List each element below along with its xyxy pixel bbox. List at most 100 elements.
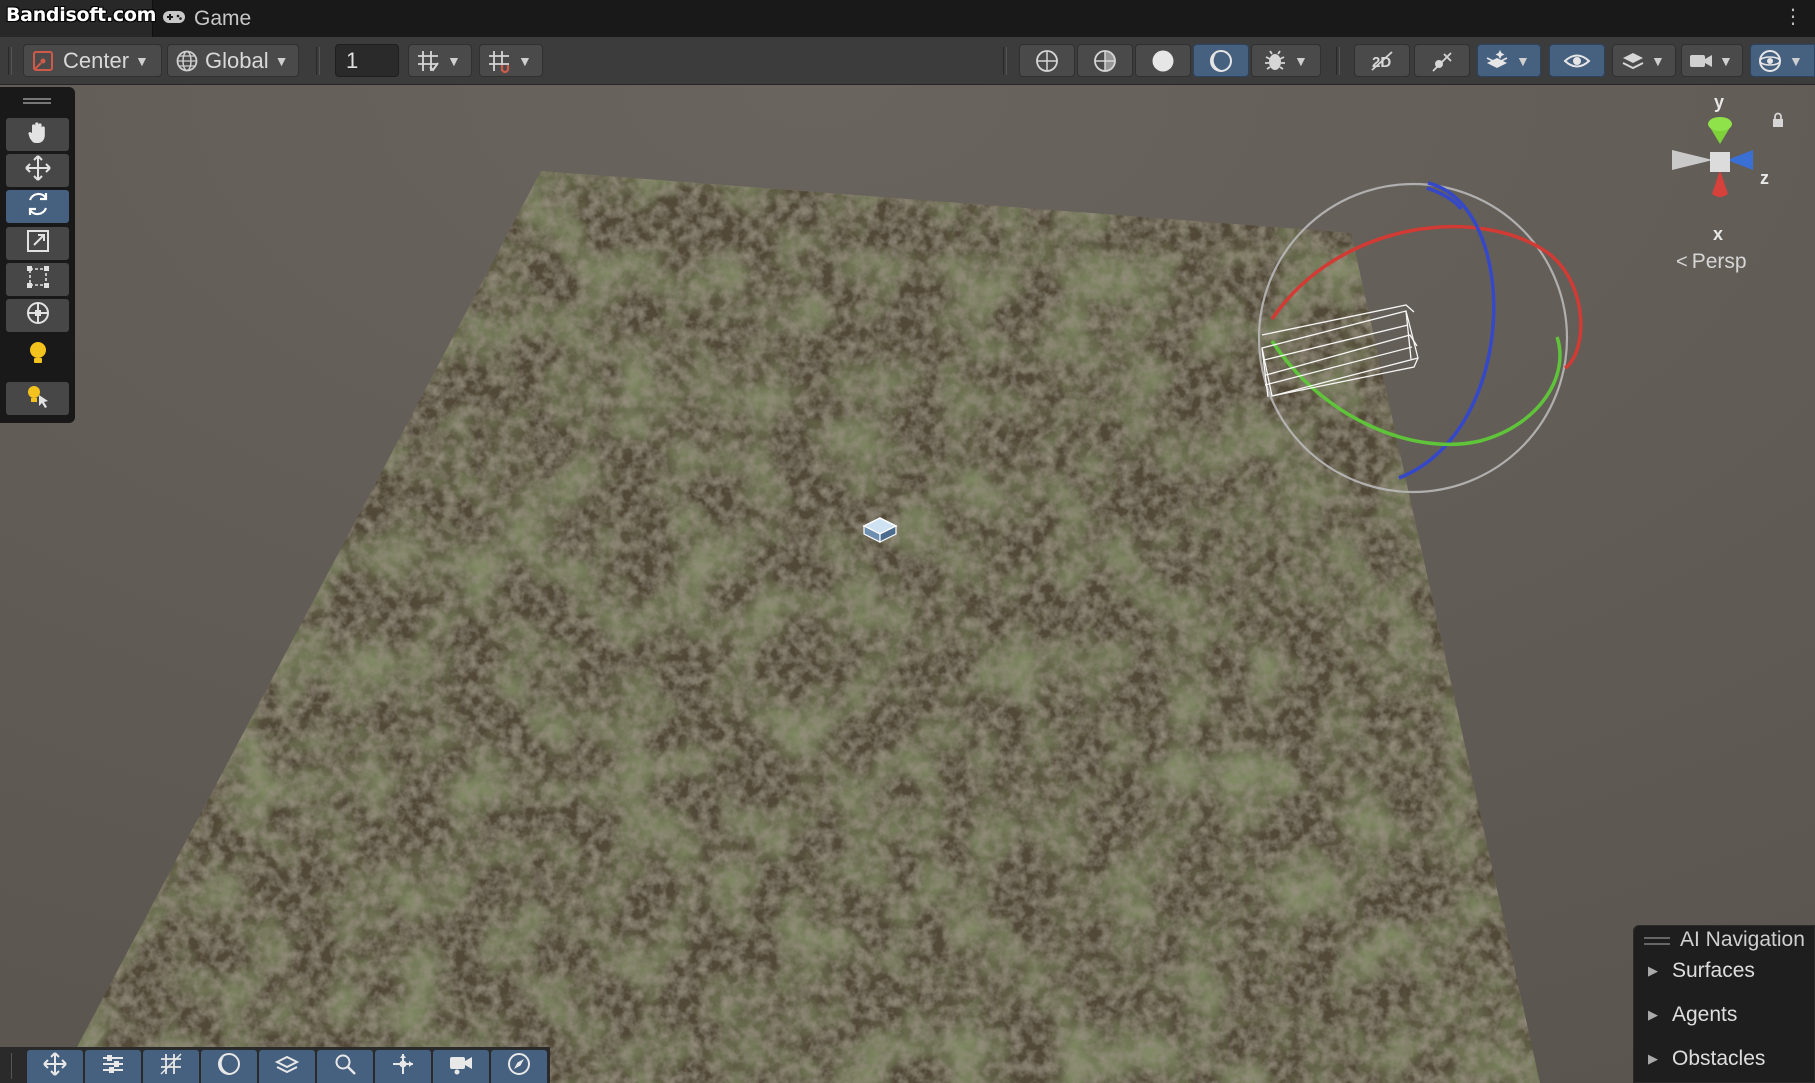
overlay-search-button[interactable] <box>317 1050 373 1083</box>
light-probe-tool-button[interactable] <box>6 382 69 415</box>
camera-icon <box>448 1052 474 1081</box>
scene-viewport[interactable] <box>0 85 1815 1083</box>
overlay-grid-snapping-button[interactable] <box>143 1050 199 1083</box>
shaded-wireframe-sphere-icon <box>1092 48 1118 74</box>
light-tool-button[interactable] <box>6 339 69 372</box>
shaded-button[interactable] <box>1135 44 1191 77</box>
wireframe-shading-button[interactable] <box>1019 44 1075 77</box>
overlay-toolbar <box>0 1047 550 1083</box>
toggle-2d-button[interactable]: 2D <box>1354 44 1410 77</box>
chevron-down-icon: ▼ <box>135 52 149 69</box>
pivot-icon <box>31 49 55 73</box>
hand-tool-button[interactable] <box>6 118 69 151</box>
toolbar-grip[interactable] <box>316 47 320 75</box>
layers-icon <box>1621 49 1645 73</box>
chevron-down-icon: ▼ <box>1789 52 1803 69</box>
grid-snapping-dropdown[interactable]: ▼ <box>479 44 543 77</box>
axis-y-label: y <box>1714 92 1725 112</box>
chevron-left-icon: < <box>1676 250 1688 273</box>
ai-navigation-item-agents[interactable]: ▶ Agents <box>1648 1003 1737 1027</box>
light-cursor-icon <box>25 383 51 414</box>
ai-navigation-title: AI Navigation <box>1680 928 1805 951</box>
bug-icon <box>1262 48 1288 74</box>
search-icon <box>333 1052 357 1081</box>
camera-settings-dropdown[interactable]: ▼ <box>1681 44 1743 77</box>
ai-navigation-item-label: Obstacles <box>1672 1047 1766 1070</box>
scene-toolbar: Center ▼ Global ▼ 1 ▼ ▼ ▼ 2D <box>0 37 1815 85</box>
projection-label: Persp <box>1691 250 1747 273</box>
layers-icon <box>274 1051 300 1082</box>
move-arrows-icon <box>24 154 52 187</box>
gizmo-sphere-icon <box>1757 48 1783 74</box>
toolbar-grip[interactable] <box>8 47 12 75</box>
overlay-toolbar-grip[interactable] <box>8 1053 12 1079</box>
compass-icon <box>506 1051 532 1082</box>
layers-effects-icon <box>1484 48 1510 74</box>
rect-transform-icon <box>25 264 51 295</box>
rotate-tool-button[interactable] <box>6 190 69 223</box>
gizmos-dropdown[interactable]: ▼ <box>1750 44 1815 77</box>
tab-game-label: Game <box>194 6 252 30</box>
overlay-layers-button[interactable] <box>259 1050 315 1083</box>
more-options-icon[interactable]: ⋮ <box>1783 7 1803 27</box>
chevron-down-icon: ▼ <box>1294 52 1308 69</box>
projection-toggle[interactable]: < Persp <box>1676 250 1747 274</box>
ai-navigation-overlay: AI Navigation ▶ Surfaces ▶ Agents ▶ Obst… <box>1633 925 1815 1083</box>
tab-bar: Bandisoft.com Game ⋮ <box>0 0 1815 38</box>
lighting-off-icon <box>1429 48 1455 74</box>
expand-triangle-icon: ▶ <box>1648 1051 1658 1066</box>
overlay-camera-button[interactable] <box>433 1050 489 1083</box>
ai-navigation-item-label: Agents <box>1672 1003 1738 1026</box>
snap-grid-icon <box>486 48 512 74</box>
layers-dropdown[interactable]: ▼ <box>1612 44 1676 77</box>
hand-icon <box>25 119 51 150</box>
chevron-down-icon: ▼ <box>1651 52 1665 69</box>
overlay-pivot-button[interactable] <box>375 1050 431 1083</box>
pivot-mode-dropdown[interactable]: Center ▼ <box>23 44 162 77</box>
lit-shading-button[interactable] <box>1193 44 1249 77</box>
tab-scene[interactable]: Bandisoft.com <box>0 0 157 37</box>
effects-dropdown[interactable]: ▼ <box>1477 44 1541 77</box>
space-mode-dropdown[interactable]: Global ▼ <box>167 44 299 77</box>
transform-tool-button[interactable] <box>6 299 69 332</box>
lightbulb-icon <box>26 339 50 372</box>
toolbar-grip[interactable] <box>1003 47 1007 75</box>
ai-navigation-grip[interactable] <box>1644 937 1670 945</box>
overlay-shading-button[interactable] <box>201 1050 257 1083</box>
debug-draw-mode-dropdown[interactable]: ▼ <box>1251 44 1321 77</box>
ai-navigation-item-surfaces[interactable]: ▶ Surfaces <box>1648 959 1755 983</box>
ai-navigation-item-obstacles[interactable]: ▶ Obstacles <box>1648 1047 1765 1071</box>
move-tool-button[interactable] <box>6 154 69 187</box>
overlay-tool-settings-button[interactable] <box>85 1050 141 1083</box>
grid-snap-value-field[interactable]: 1 <box>335 44 399 77</box>
ai-navigation-item-label: Surfaces <box>1672 959 1755 982</box>
orientation-gizmo[interactable]: y z x <box>1660 92 1780 252</box>
grid-visibility-dropdown[interactable]: ▼ <box>408 44 472 77</box>
toggle-lighting-button[interactable] <box>1414 44 1470 77</box>
transform-icon <box>24 299 52 332</box>
chevron-down-icon: ▼ <box>447 52 461 69</box>
solid-sphere-icon <box>1150 48 1176 74</box>
shaded-wireframe-button[interactable] <box>1077 44 1133 77</box>
overlay-move-button[interactable] <box>27 1050 83 1083</box>
eye-icon <box>1563 50 1591 72</box>
chevron-down-icon: ▼ <box>274 52 289 69</box>
expand-triangle-icon: ▶ <box>1648 1007 1658 1022</box>
scene-visibility-button[interactable] <box>1549 44 1605 77</box>
gamepad-icon <box>162 7 186 31</box>
tab-game[interactable]: Game <box>162 0 272 37</box>
scale-icon <box>25 228 51 259</box>
watermark: Bandisoft.com <box>6 4 157 26</box>
sliders-icon <box>100 1051 126 1082</box>
toolbar-grip[interactable] <box>1336 47 1340 75</box>
chevron-down-icon: ▼ <box>1719 52 1733 69</box>
scale-tool-button[interactable] <box>6 227 69 260</box>
tool-palette-grip[interactable] <box>23 98 51 104</box>
lock-icon[interactable] <box>1771 112 1785 133</box>
rotate-icon <box>24 190 52 223</box>
rect-tool-button[interactable] <box>6 263 69 296</box>
lit-sphere-icon <box>1208 48 1234 74</box>
overlay-navigation-button[interactable] <box>491 1050 547 1083</box>
axis-z-label: z <box>1760 168 1769 188</box>
expand-triangle-icon: ▶ <box>1648 963 1658 978</box>
